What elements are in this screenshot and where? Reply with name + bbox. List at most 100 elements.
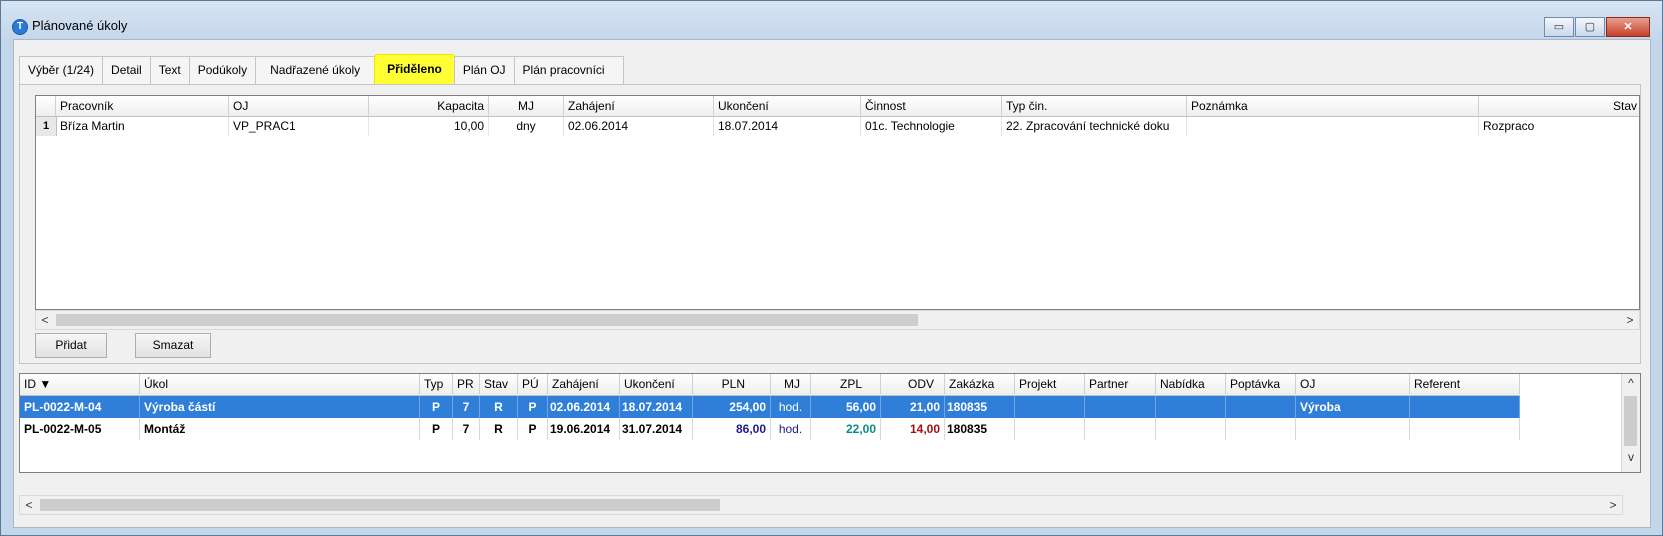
col-zahajeni[interactable]: Zahájení: [564, 96, 714, 116]
col-typ-cin[interactable]: Typ čin.: [1002, 96, 1187, 116]
col-ukonceni[interactable]: Ukončení: [620, 374, 693, 394]
cell-zakazka[interactable]: 180835: [945, 396, 1015, 418]
minimize-button[interactable]: ▭: [1544, 17, 1574, 37]
maximize-button[interactable]: ▢: [1575, 17, 1605, 37]
col-kapacita[interactable]: Kapacita: [369, 96, 489, 116]
cell-pu[interactable]: P: [518, 396, 548, 418]
tasks-grid[interactable]: ID ▼ Úkol Typ PR Stav PÚ Zahájení Ukonče…: [19, 373, 1641, 473]
cell-pracovnik[interactable]: Bříza Martin: [56, 117, 229, 136]
col-stav[interactable]: Stav: [1479, 96, 1639, 116]
cell-zahajeni[interactable]: 19.06.2014: [548, 418, 620, 440]
cell-odv[interactable]: 14,00: [881, 418, 945, 440]
cell-mj[interactable]: hod.: [771, 418, 811, 440]
col-cinnost[interactable]: Činnost: [861, 96, 1002, 116]
row-number[interactable]: 1: [36, 117, 57, 136]
col-pracovnik[interactable]: Pracovník: [56, 96, 229, 116]
col-pr[interactable]: PR: [453, 374, 480, 394]
cell-stav[interactable]: Rozpraco: [1479, 117, 1639, 136]
cell-nabidka[interactable]: [1156, 396, 1226, 418]
cell-pln[interactable]: 254,00: [693, 396, 771, 418]
col-projekt[interactable]: Projekt: [1015, 374, 1085, 394]
cell-pu[interactable]: P: [518, 418, 548, 440]
cell-zakazka[interactable]: 180835: [945, 418, 1015, 440]
scroll-right-icon[interactable]: >: [1621, 311, 1639, 329]
close-button[interactable]: ✕: [1606, 17, 1650, 37]
cell-partner[interactable]: [1085, 418, 1156, 440]
tab-podukoly[interactable]: Podúkoly: [188, 56, 257, 84]
cell-oj[interactable]: Výroba: [1296, 396, 1410, 418]
scroll-up-icon[interactable]: ^: [1622, 374, 1640, 392]
delete-button[interactable]: Smazat: [135, 333, 211, 358]
tab-text[interactable]: Text: [149, 56, 190, 84]
cell-partner[interactable]: [1085, 396, 1156, 418]
cell-ukonceni[interactable]: 31.07.2014: [620, 418, 693, 440]
cell-odv[interactable]: 21,00: [881, 396, 945, 418]
assigned-grid[interactable]: Pracovník OJ Kapacita MJ Zahájení Ukonče…: [35, 95, 1640, 310]
scroll-left-icon[interactable]: <: [20, 496, 38, 514]
cell-oj[interactable]: VP_PRAC1: [229, 117, 369, 136]
col-referent[interactable]: Referent: [1410, 374, 1520, 394]
cell-cinnost[interactable]: 01c. Technologie: [861, 117, 1002, 136]
col-zahajeni[interactable]: Zahájení: [548, 374, 620, 394]
cell-projekt[interactable]: [1015, 418, 1085, 440]
cell-ukol[interactable]: Montáž: [140, 418, 420, 440]
cell-referent[interactable]: [1410, 396, 1520, 418]
cell-typ-cin[interactable]: 22. Zpracování technické doku: [1002, 117, 1187, 136]
cell-pln[interactable]: 86,00: [693, 418, 771, 440]
tab-nadrazene-ukoly[interactable]: Nadřazené úkoly: [255, 56, 376, 84]
col-oj[interactable]: OJ: [229, 96, 369, 116]
col-poznamka[interactable]: Poznámka: [1187, 96, 1479, 116]
cell-typ[interactable]: P: [420, 418, 453, 440]
scroll-right-icon[interactable]: >: [1604, 496, 1622, 514]
cell-typ[interactable]: P: [420, 396, 453, 418]
table-row[interactable]: PL-0022-M-05 Montáž P 7 R P 19.06.2014 3…: [20, 418, 1520, 440]
scroll-thumb[interactable]: [40, 499, 720, 511]
col-partner[interactable]: Partner: [1085, 374, 1156, 394]
cell-ukol[interactable]: Výroba částí: [140, 396, 420, 418]
cell-nabidka[interactable]: [1156, 418, 1226, 440]
scroll-thumb[interactable]: [56, 314, 918, 326]
cell-mj[interactable]: dny: [489, 117, 564, 136]
col-zpl[interactable]: ZPL: [811, 374, 881, 394]
cell-id[interactable]: PL-0022-M-04: [20, 396, 140, 418]
cell-referent[interactable]: [1410, 418, 1520, 440]
cell-zpl[interactable]: 22,00: [811, 418, 881, 440]
col-pu[interactable]: PÚ: [518, 374, 548, 394]
scroll-left-icon[interactable]: <: [36, 311, 54, 329]
cell-kapacita[interactable]: 10,00: [369, 117, 489, 136]
col-id[interactable]: ID ▼: [20, 374, 140, 394]
cell-zpl[interactable]: 56,00: [811, 396, 881, 418]
cell-zahajeni[interactable]: 02.06.2014: [564, 117, 714, 136]
tab-plan-oj[interactable]: Plán OJ: [453, 56, 515, 84]
col-poptavka[interactable]: Poptávka: [1226, 374, 1296, 394]
assigned-grid-hscrollbar[interactable]: < >: [35, 310, 1640, 330]
cell-ukonceni[interactable]: 18.07.2014: [620, 396, 693, 418]
cell-pr[interactable]: 7: [453, 396, 480, 418]
cell-mj[interactable]: hod.: [771, 396, 811, 418]
tasks-grid-vscrollbar[interactable]: ^ v: [1621, 374, 1640, 472]
tab-plan-pracovnici[interactable]: Plán pracovníci: [513, 56, 624, 84]
col-odv[interactable]: ODV: [881, 374, 945, 394]
tab-vyber[interactable]: Výběr (1/24): [19, 56, 104, 84]
cell-projekt[interactable]: [1015, 396, 1085, 418]
cell-poptavka[interactable]: [1226, 396, 1296, 418]
col-pln[interactable]: PLN: [693, 374, 771, 394]
cell-poznamka[interactable]: [1187, 117, 1479, 136]
col-stav[interactable]: Stav: [480, 374, 518, 394]
col-mj[interactable]: MJ: [771, 374, 811, 394]
table-row[interactable]: PL-0022-M-04 Výroba částí P 7 R P 02.06.…: [20, 396, 1520, 418]
col-ukonceni[interactable]: Ukončení: [714, 96, 861, 116]
cell-ukonceni[interactable]: 18.07.2014: [714, 117, 861, 136]
cell-oj[interactable]: [1296, 418, 1410, 440]
cell-id[interactable]: PL-0022-M-05: [20, 418, 140, 440]
cell-stav[interactable]: R: [480, 418, 518, 440]
col-typ[interactable]: Typ: [420, 374, 453, 394]
cell-pr[interactable]: 7: [453, 418, 480, 440]
cell-zahajeni[interactable]: 02.06.2014: [548, 396, 620, 418]
col-ukol[interactable]: Úkol: [140, 374, 420, 394]
col-oj[interactable]: OJ: [1296, 374, 1410, 394]
tab-detail[interactable]: Detail: [102, 56, 151, 84]
col-nabidka[interactable]: Nabídka: [1156, 374, 1226, 394]
tasks-grid-hscrollbar[interactable]: < >: [19, 495, 1623, 515]
scroll-thumb[interactable]: [1624, 396, 1637, 446]
